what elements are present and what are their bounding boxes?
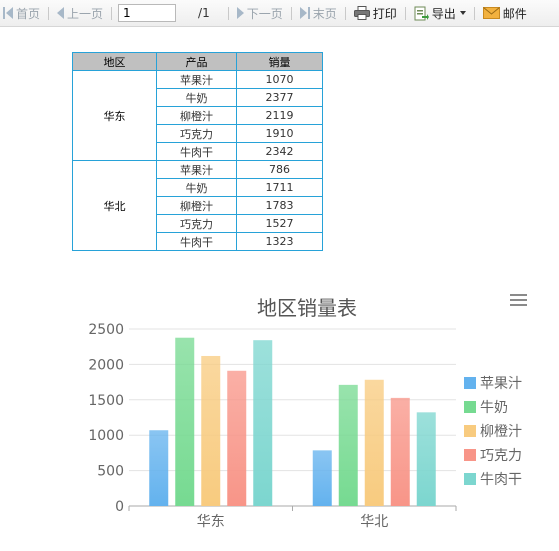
product-cell: 牛奶	[156, 88, 237, 107]
legend-label: 巧克力	[480, 448, 522, 464]
sales-cell: 1070	[236, 70, 323, 89]
header-region: 地区	[72, 52, 157, 71]
page-number-input[interactable]	[118, 4, 177, 22]
printer-icon	[353, 6, 370, 20]
x-tick-label: 华北	[360, 514, 388, 530]
toolbar-divider	[404, 6, 406, 20]
product-cell: 巧克力	[156, 124, 237, 143]
sales-cell: 1527	[236, 214, 323, 233]
next-page-label: 下一页	[246, 6, 283, 21]
prev-page-button[interactable]: 上一页	[55, 0, 105, 27]
bar	[390, 397, 410, 506]
print-label: 打印	[372, 6, 397, 21]
bar	[416, 412, 436, 506]
y-tick-label: 2500	[88, 322, 124, 338]
sales-cell: 2342	[236, 142, 323, 161]
bar	[175, 337, 195, 506]
table-row: 华东 苹果汁 1070	[72, 70, 323, 161]
bar	[253, 340, 273, 506]
sales-cell: 786	[236, 160, 323, 179]
product-cell: 柳橙汁	[156, 196, 237, 215]
report-toolbar: 首页 上一页 /1 下一页 末页 打印 导出	[0, 0, 559, 27]
next-page-button[interactable]: 下一页	[235, 0, 285, 27]
bar	[312, 450, 332, 506]
last-page-icon	[299, 7, 310, 19]
table-header-row: 地区 产品 销量	[72, 52, 323, 71]
legend-swatch	[464, 449, 476, 461]
mail-label: 邮件	[502, 6, 527, 21]
first-page-button[interactable]: 首页	[0, 0, 42, 27]
toolbar-divider	[473, 6, 475, 20]
header-sales: 销量	[236, 52, 323, 71]
product-cell: 苹果汁	[156, 160, 237, 179]
product-cell: 牛肉干	[156, 232, 237, 251]
bar	[338, 384, 358, 506]
legend-swatch	[464, 377, 476, 389]
legend-label: 柳橙汁	[480, 423, 522, 440]
region-cell: 华北	[72, 160, 157, 251]
prev-page-icon	[57, 7, 65, 19]
sales-chart: 地区销量表 0 500 1000 1500 2000 2500 华东 华北 苹果汁牛奶柳橙汁巧克力…	[0, 285, 559, 547]
sales-cell: 2377	[236, 88, 323, 107]
toolbar-divider	[111, 6, 113, 20]
bar	[201, 355, 221, 506]
x-tick-label: 华东	[197, 514, 225, 530]
legend-swatch	[464, 401, 476, 413]
header-product: 产品	[156, 52, 237, 71]
bar	[149, 430, 169, 506]
prev-page-label: 上一页	[67, 6, 104, 21]
y-tick-label: 2000	[88, 357, 124, 373]
product-cell: 苹果汁	[156, 70, 237, 89]
y-tick-label: 0	[115, 499, 124, 515]
toolbar-divider	[344, 6, 346, 20]
region-cell: 华东	[72, 70, 157, 161]
legend-swatch	[464, 425, 476, 437]
mail-button[interactable]: 邮件	[481, 0, 529, 27]
sales-cell: 2119	[236, 106, 323, 125]
y-tick-label: 1000	[88, 428, 124, 444]
toolbar-divider	[48, 6, 50, 20]
product-cell: 柳橙汁	[156, 106, 237, 125]
y-tick-label: 500	[97, 464, 124, 480]
product-cell: 牛奶	[156, 178, 237, 197]
legend-label: 苹果汁	[480, 376, 522, 392]
toolbar-divider	[290, 6, 292, 20]
toolbar-divider	[227, 6, 229, 20]
page-total: /1	[198, 6, 210, 20]
last-page-button[interactable]: 末页	[298, 0, 339, 27]
first-page-label: 首页	[16, 6, 41, 21]
product-cell: 巧克力	[156, 214, 237, 233]
bar	[227, 370, 247, 506]
bar	[364, 379, 384, 506]
export-icon	[414, 6, 429, 20]
mail-icon	[482, 7, 500, 19]
table-row: 华北 苹果汁 786	[72, 160, 323, 251]
legend-label: 牛奶	[480, 400, 508, 416]
print-button[interactable]: 打印	[352, 0, 399, 27]
sales-cell: 1910	[236, 124, 323, 143]
export-button[interactable]: 导出	[412, 0, 468, 27]
legend-label: 牛肉干	[480, 472, 522, 488]
sales-cell: 1323	[236, 232, 323, 251]
legend-swatch	[464, 473, 476, 485]
chevron-down-icon	[459, 11, 466, 15]
sales-table: 地区 产品 销量 华东 苹果汁 1070 牛奶 2377 柳橙汁 2119 巧克力 1910 牛肉…	[72, 52, 323, 251]
chart-title: 地区销量表	[257, 296, 357, 320]
next-page-icon	[236, 7, 244, 19]
sales-cell: 1711	[236, 178, 323, 197]
export-label: 导出	[431, 6, 456, 21]
y-tick-label: 1500	[88, 393, 124, 409]
last-page-label: 末页	[312, 6, 337, 21]
product-cell: 牛肉干	[156, 142, 237, 161]
first-page-icon	[3, 7, 13, 19]
chart-canvas: 地区销量表 0 500 1000 1500 2000 2500 华东 华北 苹果汁牛奶柳橙汁巧克力…	[88, 296, 522, 530]
sales-cell: 1783	[236, 196, 323, 215]
hamburger-menu-icon[interactable]	[510, 294, 527, 309]
